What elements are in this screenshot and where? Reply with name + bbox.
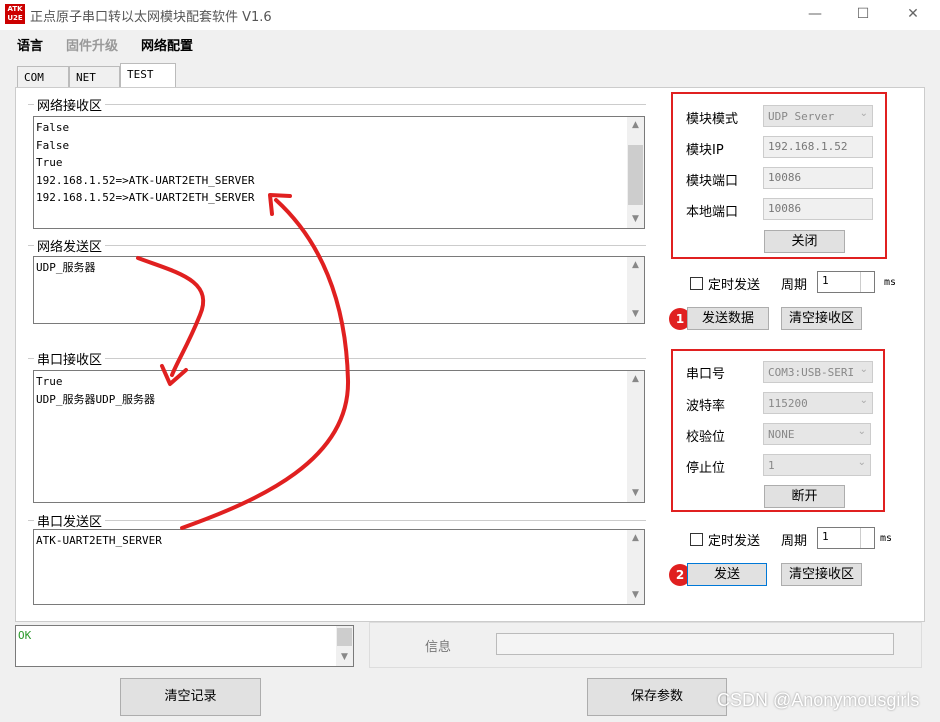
- annotation-arrows: [136, 193, 351, 530]
- arrow-serial-to-net: [180, 198, 351, 530]
- watermark: CSDN @Anonymousgirls: [717, 690, 920, 710]
- arrow-net-to-serial: [136, 256, 206, 377]
